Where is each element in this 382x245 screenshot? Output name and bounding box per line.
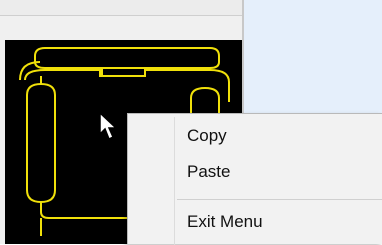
menu-item-copy[interactable]: Copy [131, 118, 381, 154]
context-menu: Copy Paste Exit Menu [127, 113, 382, 245]
top-cap-shape [34, 47, 220, 69]
menu-item-paste[interactable]: Paste [131, 154, 381, 190]
cap-bracket-shape [101, 68, 146, 77]
left-tank-shape [26, 82, 56, 204]
arrow-cursor-icon [99, 112, 118, 141]
menu-item-exit-menu[interactable]: Exit Menu [131, 204, 381, 240]
menu-separator [177, 199, 382, 200]
window-titlebar [0, 0, 242, 16]
